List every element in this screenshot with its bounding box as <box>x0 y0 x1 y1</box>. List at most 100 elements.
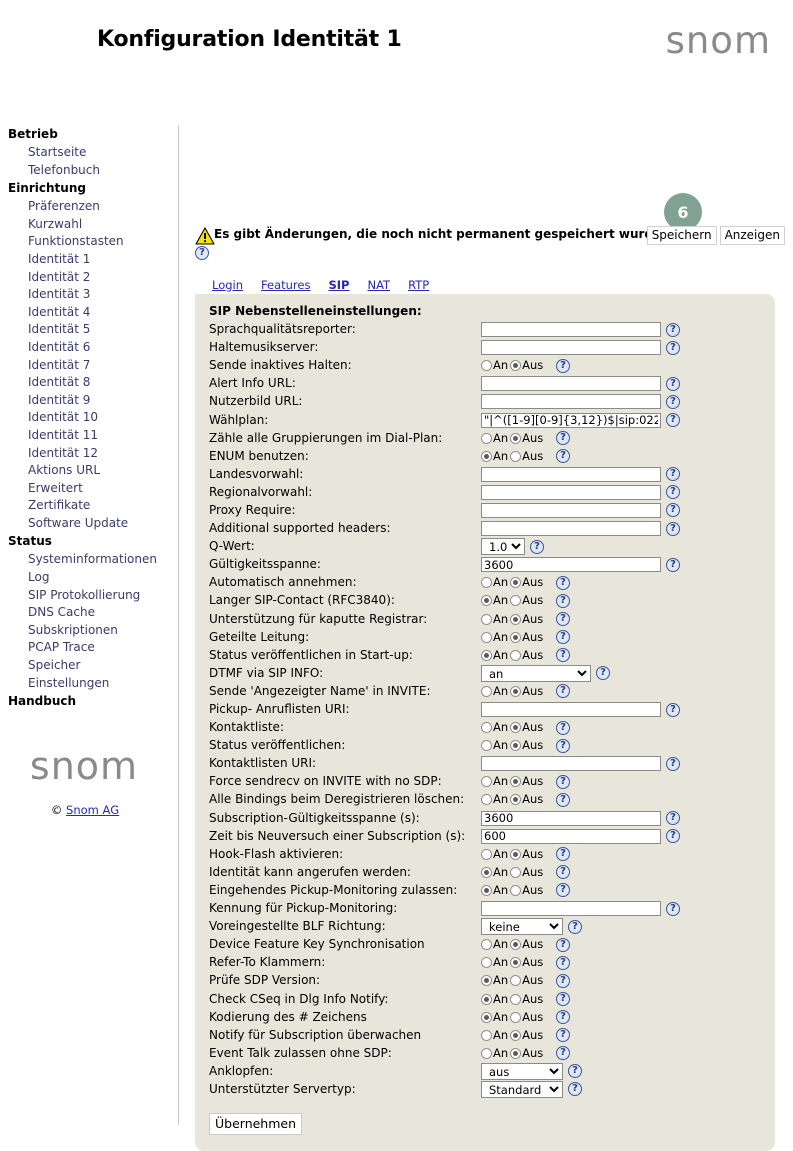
radio-dot[interactable] <box>481 776 492 787</box>
alert-info-url-input[interactable] <box>481 376 661 391</box>
sidebar-item-identität-9[interactable]: Identität 9 <box>0 392 178 410</box>
tab-features[interactable]: Features <box>252 276 319 294</box>
status-veroffentlichen-radio-off[interactable]: Aus <box>510 739 543 752</box>
sidebar-item-identität-6[interactable]: Identität 6 <box>0 339 178 357</box>
kontaktlisten-uri-input[interactable] <box>481 756 661 771</box>
show-button[interactable]: Anzeigen <box>720 226 785 245</box>
sidebar-item-dns-cache[interactable]: DNS Cache <box>0 604 178 622</box>
radio-dot[interactable] <box>510 614 521 625</box>
check-cseq-in-dlg-info-notify-radio-on[interactable]: An <box>481 993 508 1006</box>
subscription-gultigkeitsspanne-s-input[interactable] <box>481 811 661 826</box>
sidebar-item-systeminformationen[interactable]: Systeminformationen <box>0 551 178 569</box>
help-icon[interactable]: ? <box>666 485 680 499</box>
help-icon[interactable]: ? <box>530 540 544 554</box>
help-icon[interactable]: ? <box>556 793 570 807</box>
radio-dot[interactable] <box>510 957 521 968</box>
zahle-alle-gruppierungen-im-dial-plan-radio-on[interactable]: An <box>481 432 508 445</box>
radio-dot[interactable] <box>481 360 492 371</box>
help-icon[interactable]: ? <box>556 775 570 789</box>
identitat-kann-angerufen-werden-radio-on[interactable]: An <box>481 866 508 879</box>
radio-dot[interactable] <box>510 632 521 643</box>
radio-dot[interactable] <box>481 994 492 1005</box>
wahlplan-input[interactable] <box>481 413 661 428</box>
radio-dot[interactable] <box>510 360 521 371</box>
help-icon[interactable]: ? <box>666 558 680 572</box>
enum-benutzen-radio-on[interactable]: An <box>481 450 508 463</box>
help-icon[interactable]: ? <box>568 1064 582 1078</box>
help-icon[interactable]: ? <box>556 883 570 897</box>
tab-rtp[interactable]: RTP <box>399 276 438 294</box>
sprachqualitatsreporter-input[interactable] <box>481 322 661 337</box>
zeit-bis-neuversuch-einer-subscription-s-input[interactable] <box>481 829 661 844</box>
help-icon[interactable]: ? <box>666 503 680 517</box>
help-icon[interactable]: ? <box>666 829 680 843</box>
q-wert-select[interactable]: 1.00.90.80.70.60.5 <box>481 538 525 555</box>
sidebar-item-identität-4[interactable]: Identität 4 <box>0 304 178 322</box>
haltemusikserver-input[interactable] <box>481 340 661 355</box>
help-icon[interactable]: ? <box>556 684 570 698</box>
sidebar-item-software-update[interactable]: Software Update <box>0 515 178 533</box>
radio-dot[interactable] <box>481 1030 492 1041</box>
sidebar-item-identität-11[interactable]: Identität 11 <box>0 427 178 445</box>
radio-dot[interactable] <box>481 885 492 896</box>
prufe-sdp-version-radio-on[interactable]: An <box>481 974 508 987</box>
kontaktliste-radio-off[interactable]: Aus <box>510 721 543 734</box>
apply-button[interactable]: Übernehmen <box>209 1113 302 1135</box>
radio-dot[interactable] <box>481 794 492 805</box>
radio-dot[interactable] <box>510 595 521 606</box>
save-button[interactable]: Speichern <box>647 226 717 245</box>
help-icon[interactable]: ? <box>666 341 680 355</box>
radio-dot[interactable] <box>510 975 521 986</box>
help-icon[interactable]: ? <box>556 630 570 644</box>
sidebar-item-erweitert[interactable]: Erweitert <box>0 480 178 498</box>
help-icon[interactable]: ? <box>666 323 680 337</box>
additional-supported-headers-input[interactable] <box>481 521 661 536</box>
help-icon[interactable]: ? <box>666 467 680 481</box>
help-icon[interactable]: ? <box>666 377 680 391</box>
check-cseq-in-dlg-info-notify-radio-off[interactable]: Aus <box>510 993 543 1006</box>
sidebar-item-identität-2[interactable]: Identität 2 <box>0 269 178 287</box>
enum-benutzen-radio-off[interactable]: Aus <box>510 450 543 463</box>
status-veroffentlichen-in-start-up-radio-off[interactable]: Aus <box>510 649 543 662</box>
radio-dot[interactable] <box>510 867 521 878</box>
automatisch-annehmen-radio-on[interactable]: An <box>481 576 508 589</box>
radio-dot[interactable] <box>481 632 492 643</box>
kodierung-des-zeichens-radio-on[interactable]: An <box>481 1011 508 1024</box>
langer-sip-contact-rfc3840-radio-off[interactable]: Aus <box>510 594 543 607</box>
help-icon[interactable]: ? <box>556 576 570 590</box>
radio-dot[interactable] <box>481 1048 492 1059</box>
radio-dot[interactable] <box>481 957 492 968</box>
dtmf-via-sip-info-select[interactable]: anaus <box>481 665 591 682</box>
device-feature-key-synchronisation-radio-off[interactable]: Aus <box>510 938 543 951</box>
snom-ag-link[interactable]: Snom AG <box>66 803 119 817</box>
sidebar-item-speicher[interactable]: Speicher <box>0 657 178 675</box>
unterstutzter-servertyp-select[interactable]: StandardBroadsoftSylantro <box>481 1081 563 1098</box>
anklopfen-select[interactable]: ausansichtbar <box>481 1063 563 1080</box>
help-icon[interactable]: ? <box>556 739 570 753</box>
kontaktliste-radio-on[interactable]: An <box>481 721 508 734</box>
sende-inaktives-halten-radio-off[interactable]: Aus <box>510 359 543 372</box>
event-talk-zulassen-ohne-sdp-radio-on[interactable]: An <box>481 1047 508 1060</box>
radio-dot[interactable] <box>481 686 492 697</box>
force-sendrecv-on-invite-with-no-sdp-radio-on[interactable]: An <box>481 775 508 788</box>
radio-dot[interactable] <box>481 595 492 606</box>
radio-dot[interactable] <box>510 451 521 462</box>
sende-angezeigter-name-in-invite-radio-off[interactable]: Aus <box>510 685 543 698</box>
radio-dot[interactable] <box>510 885 521 896</box>
help-icon[interactable]: ? <box>666 811 680 825</box>
help-icon[interactable]: ? <box>195 246 209 260</box>
sidebar-item-sip-protokollierung[interactable]: SIP Protokollierung <box>0 587 178 605</box>
event-talk-zulassen-ohne-sdp-radio-off[interactable]: Aus <box>510 1047 543 1060</box>
identitat-kann-angerufen-werden-radio-off[interactable]: Aus <box>510 866 543 879</box>
radio-dot[interactable] <box>510 1048 521 1059</box>
radio-dot[interactable] <box>510 794 521 805</box>
pickup-anruflisten-uri-input[interactable] <box>481 702 661 717</box>
geteilte-leitung-radio-off[interactable]: Aus <box>510 631 543 644</box>
help-icon[interactable]: ? <box>556 359 570 373</box>
help-icon[interactable]: ? <box>568 920 582 934</box>
device-feature-key-synchronisation-radio-on[interactable]: An <box>481 938 508 951</box>
sidebar-item-identität-8[interactable]: Identität 8 <box>0 374 178 392</box>
alle-bindings-beim-deregistrieren-loschen-radio-on[interactable]: An <box>481 793 508 806</box>
sidebar-item-identität-12[interactable]: Identität 12 <box>0 445 178 463</box>
langer-sip-contact-rfc3840-radio-on[interactable]: An <box>481 594 508 607</box>
